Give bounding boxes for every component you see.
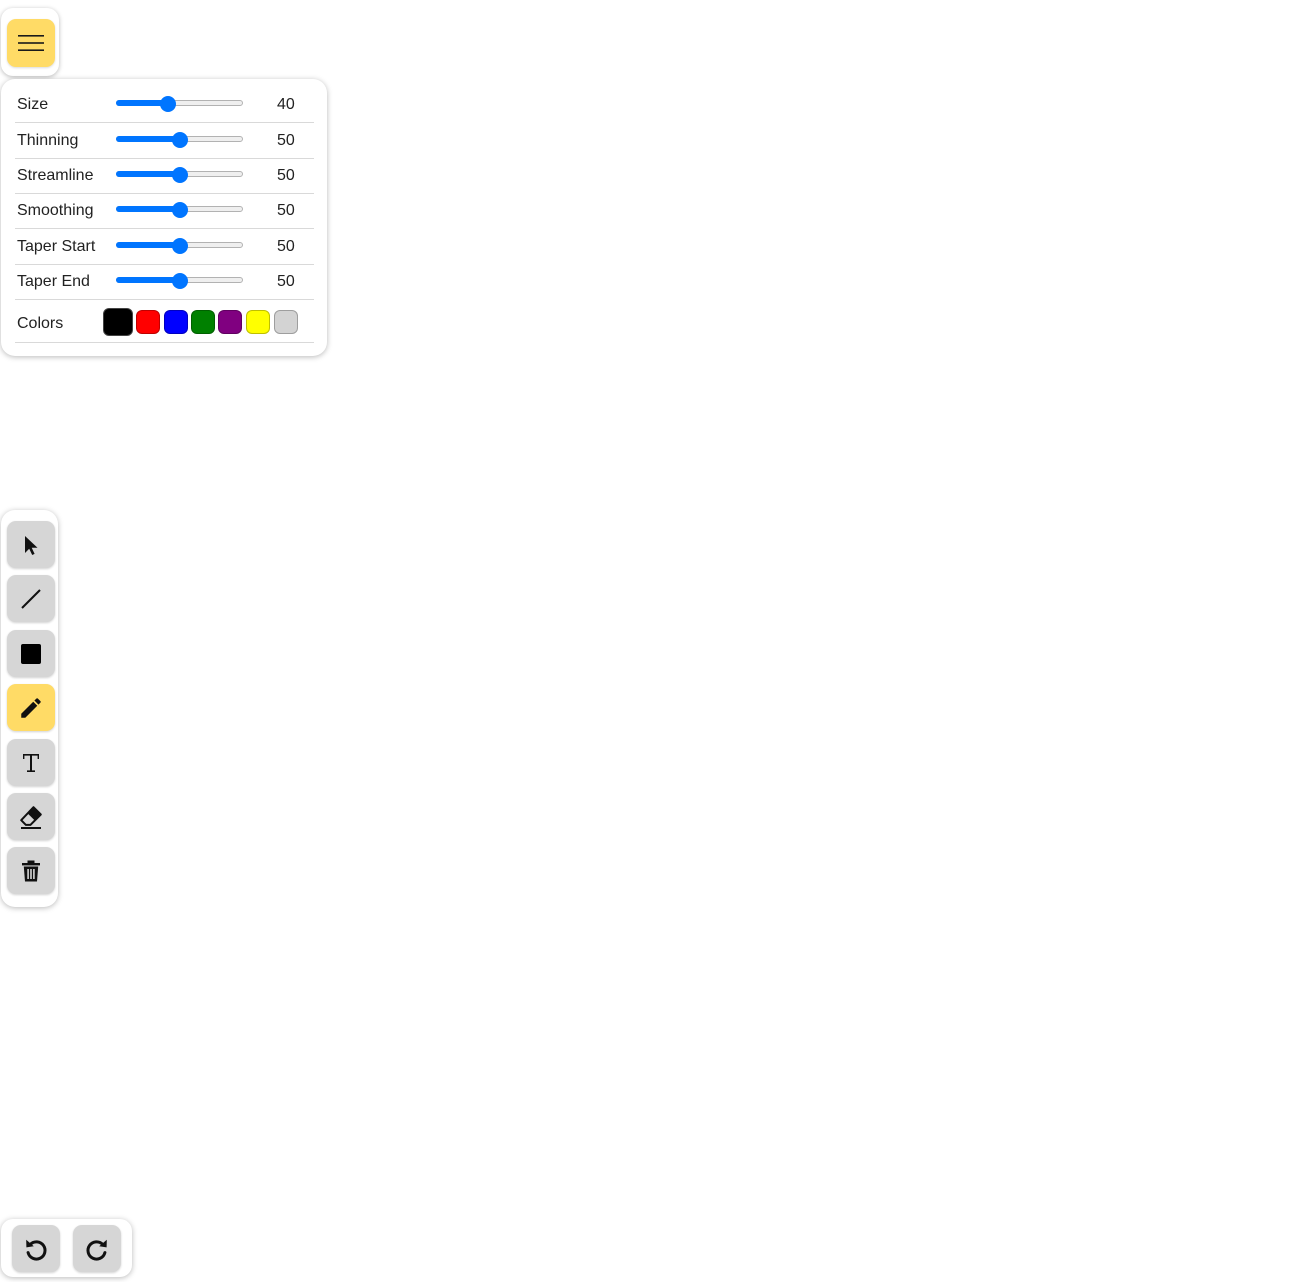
menu-card bbox=[1, 8, 59, 76]
color-swatch-red[interactable] bbox=[136, 310, 160, 334]
slider-fill bbox=[116, 277, 180, 283]
eraser-tool-button[interactable] bbox=[7, 793, 55, 840]
setting-row-taper-end: Taper End 50 bbox=[15, 264, 314, 300]
history-bar bbox=[1, 1219, 132, 1277]
color-swatch-purple[interactable] bbox=[218, 310, 242, 334]
pen-tool-button[interactable] bbox=[7, 684, 55, 731]
slider-thumb[interactable] bbox=[171, 273, 188, 289]
color-swatch-black[interactable] bbox=[103, 308, 133, 336]
smoothing-slider[interactable] bbox=[116, 202, 243, 218]
setting-value-taper-end: 50 bbox=[277, 273, 295, 290]
tool-bar bbox=[1, 510, 58, 907]
hamburger-icon bbox=[17, 33, 45, 53]
setting-label-taper-end: Taper End bbox=[17, 273, 90, 290]
setting-row-taper-start: Taper Start 50 bbox=[15, 229, 314, 265]
setting-value-thinning: 50 bbox=[277, 132, 295, 149]
color-swatch-blue[interactable] bbox=[164, 310, 188, 334]
setting-label-smoothing: Smoothing bbox=[17, 202, 94, 219]
setting-row-size: Size 40 bbox=[15, 87, 314, 123]
text-tool-button[interactable] bbox=[7, 739, 55, 786]
line-tool-button[interactable] bbox=[7, 575, 55, 622]
stroke-settings-panel: Size 40 Thinning 50 Streamline 50 Smooth… bbox=[1, 79, 327, 356]
setting-label-colors: Colors bbox=[17, 315, 64, 332]
taper-end-slider[interactable] bbox=[116, 273, 243, 289]
pencil-icon bbox=[18, 695, 44, 721]
slider-thumb[interactable] bbox=[171, 202, 188, 218]
setting-row-smoothing: Smoothing 50 bbox=[15, 193, 314, 229]
setting-label-taper-start: Taper Start bbox=[17, 238, 96, 255]
streamline-slider[interactable] bbox=[116, 167, 243, 183]
setting-value-streamline: 50 bbox=[277, 167, 295, 184]
slider-fill bbox=[116, 206, 180, 212]
setting-value-size: 40 bbox=[277, 96, 295, 113]
setting-row-thinning: Thinning 50 bbox=[15, 123, 314, 159]
slider-thumb[interactable] bbox=[171, 238, 188, 254]
undo-icon bbox=[22, 1235, 50, 1263]
slider-fill bbox=[116, 171, 180, 177]
slider-thumb[interactable] bbox=[171, 167, 188, 183]
thinning-slider[interactable] bbox=[116, 132, 243, 148]
color-swatch-yellow[interactable] bbox=[246, 310, 270, 334]
rectangle-tool-button[interactable] bbox=[7, 630, 55, 677]
redo-button[interactable] bbox=[73, 1225, 121, 1272]
cursor-arrow-icon bbox=[19, 533, 43, 557]
square-icon bbox=[19, 642, 43, 666]
undo-button[interactable] bbox=[12, 1225, 60, 1272]
taper-start-slider[interactable] bbox=[116, 238, 243, 254]
slider-thumb[interactable] bbox=[160, 96, 177, 112]
select-tool-button[interactable] bbox=[7, 521, 55, 568]
clear-tool-button[interactable] bbox=[7, 847, 55, 894]
setting-row-colors: Colors bbox=[15, 296, 314, 343]
redo-icon bbox=[83, 1235, 111, 1263]
slider-thumb[interactable] bbox=[171, 132, 188, 148]
setting-row-streamline: Streamline 50 bbox=[15, 158, 314, 194]
drawing-canvas[interactable]: Size 40 Thinning 50 Streamline 50 Smooth… bbox=[0, 0, 1313, 1282]
slider-fill bbox=[116, 242, 180, 248]
color-swatch-lightgray[interactable] bbox=[274, 310, 298, 334]
menu-button[interactable] bbox=[7, 19, 55, 67]
setting-value-taper-start: 50 bbox=[277, 238, 295, 255]
eraser-icon bbox=[18, 804, 44, 830]
setting-label-streamline: Streamline bbox=[17, 167, 94, 184]
text-icon bbox=[19, 751, 43, 775]
size-slider[interactable] bbox=[116, 96, 243, 112]
trash-icon bbox=[20, 859, 42, 883]
setting-value-smoothing: 50 bbox=[277, 202, 295, 219]
line-icon bbox=[19, 587, 43, 611]
slider-fill bbox=[116, 136, 180, 142]
color-swatch-green[interactable] bbox=[191, 310, 215, 334]
setting-label-thinning: Thinning bbox=[17, 132, 79, 149]
setting-label-size: Size bbox=[17, 96, 49, 113]
